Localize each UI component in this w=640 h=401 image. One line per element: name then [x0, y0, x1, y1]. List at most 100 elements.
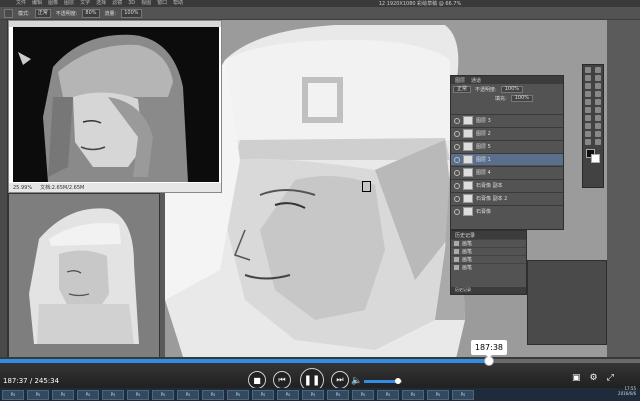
taskbar-app-button[interactable]: Ps [277, 389, 299, 400]
menu-3d[interactable]: 3D [128, 0, 135, 7]
dodge-tool-icon[interactable] [595, 115, 601, 121]
menu-image[interactable]: 图像 [48, 0, 58, 7]
study-sketch-window[interactable] [8, 193, 160, 360]
layer-row-selected[interactable]: 图层 1 [451, 153, 563, 165]
taskbar-app-button[interactable]: Ps [402, 389, 424, 400]
taskbar-app-button[interactable]: Ps [77, 389, 99, 400]
taskbar-app-button[interactable]: Ps [452, 389, 474, 400]
layer-row[interactable]: 图层 3 [451, 114, 563, 126]
taskbar-app-button[interactable]: Ps [202, 389, 224, 400]
menu-select[interactable]: 选择 [96, 0, 106, 7]
blend-mode-select[interactable]: 正常 [453, 86, 472, 93]
taskbar-app-button[interactable]: Ps [177, 389, 199, 400]
brush-tool-icon[interactable] [595, 91, 601, 97]
crop-tool-icon[interactable] [585, 83, 591, 89]
taskbar-app-button[interactable]: Ps [377, 389, 399, 400]
next-button[interactable]: ⏭ [331, 371, 349, 389]
eyedropper-tool-icon[interactable] [595, 83, 601, 89]
visibility-eye-icon[interactable] [454, 143, 460, 150]
layer-row[interactable]: 石膏像 副本 2 [451, 192, 563, 204]
left-tool-strip[interactable] [0, 20, 8, 360]
layer-row[interactable]: 石膏像 [451, 205, 563, 217]
visibility-eye-icon[interactable] [454, 208, 460, 215]
timecode: 187:37 / 245:34 [3, 377, 60, 385]
layer-row[interactable]: 石膏像 副本 [451, 179, 563, 191]
gradient-tool-icon[interactable] [595, 107, 601, 113]
layer-row[interactable]: 图层 4 [451, 166, 563, 178]
lasso-tool-icon[interactable] [585, 75, 591, 81]
history-label: 画笔 [462, 257, 473, 263]
tab-channels[interactable]: 通道 [471, 77, 481, 84]
history-row[interactable]: 画笔 [451, 247, 526, 255]
healing-tool-icon[interactable] [585, 91, 591, 97]
visibility-eye-icon[interactable] [454, 169, 460, 176]
layer-fill-label: 填充: [495, 96, 507, 102]
visibility-eye-icon[interactable] [454, 130, 460, 137]
taskbar-app-button[interactable]: Ps [52, 389, 74, 400]
tray-date: 2016/6/6 [618, 391, 636, 396]
total-time: 245:34 [34, 377, 60, 385]
taskbar-app-button[interactable]: Ps [152, 389, 174, 400]
layer-opacity-field[interactable]: 100% [500, 86, 523, 93]
brush-tool-preset-icon[interactable] [4, 8, 13, 18]
taskbar-app-button[interactable]: Ps [127, 389, 149, 400]
history-row[interactable]: 画笔 [451, 263, 526, 271]
layer-name: 图层 2 [476, 131, 491, 137]
quick-select-tool-icon[interactable] [595, 75, 601, 81]
previous-button[interactable]: ⏮ [273, 371, 291, 389]
visibility-eye-icon[interactable] [454, 156, 460, 163]
taskbar-app-button[interactable]: Ps [102, 389, 124, 400]
type-tool-icon[interactable] [595, 123, 601, 129]
flow-field[interactable]: 100% [121, 8, 142, 18]
taskbar-app-button[interactable]: Ps [302, 389, 324, 400]
opacity-field[interactable]: 80% [82, 8, 100, 18]
menu-view[interactable]: 视图 [141, 0, 151, 7]
settings-icon[interactable]: ⚙ [590, 373, 598, 383]
menu-edit[interactable]: 编辑 [32, 0, 42, 7]
eraser-tool-icon[interactable] [585, 107, 591, 113]
taskbar-app-button[interactable]: Ps [227, 389, 249, 400]
mode-select[interactable]: 正常 [34, 8, 51, 18]
color-swatches[interactable] [586, 149, 600, 163]
collapsed-panel-column[interactable] [527, 260, 607, 345]
menu-file[interactable]: 文件 [16, 0, 26, 7]
reference-image-window[interactable]: 25.99% 文档:2.65M/2.65M [8, 20, 222, 193]
history-row[interactable]: 画笔 [451, 239, 526, 247]
layer-fill-field[interactable]: 100% [510, 95, 533, 102]
menu-filter[interactable]: 滤镜 [112, 0, 122, 7]
pen-tool-icon[interactable] [585, 123, 591, 129]
menu-layer[interactable]: 图层 [64, 0, 74, 7]
hand-tool-icon[interactable] [585, 139, 591, 145]
visibility-eye-icon[interactable] [454, 117, 460, 124]
taskbar-app-button[interactable]: Ps [327, 389, 349, 400]
visibility-eye-icon[interactable] [454, 195, 460, 202]
menu-window[interactable]: 窗口 [157, 0, 167, 7]
layer-row[interactable]: 图层 2 [451, 127, 563, 139]
screenshot-icon[interactable]: ▣ [572, 373, 581, 383]
taskbar-app-button[interactable]: Ps [427, 389, 449, 400]
menu-help[interactable]: 帮助 [173, 0, 183, 7]
history-panel-header[interactable]: 历史记录 [451, 231, 526, 239]
path-select-tool-icon[interactable] [585, 131, 591, 137]
taskbar-app-button[interactable]: Ps [252, 389, 274, 400]
layer-row[interactable]: 图层 5 [451, 140, 563, 152]
background-color-swatch[interactable] [591, 154, 600, 163]
move-tool-icon[interactable] [585, 67, 591, 73]
shape-tool-icon[interactable] [595, 131, 601, 137]
stop-button[interactable]: ■ [248, 371, 266, 389]
taskbar-app-button[interactable]: Ps [352, 389, 374, 400]
fullscreen-icon[interactable]: ⤢ [607, 373, 614, 383]
history-row[interactable]: 画笔 [451, 255, 526, 263]
blur-tool-icon[interactable] [585, 115, 591, 121]
volume-icon[interactable]: 🔈 [351, 376, 362, 386]
zoom-tool-icon[interactable] [595, 139, 601, 145]
visibility-eye-icon[interactable] [454, 182, 460, 189]
taskbar-app-button[interactable]: Ps [2, 389, 24, 400]
history-brush-tool-icon[interactable] [595, 99, 601, 105]
clone-tool-icon[interactable] [585, 99, 591, 105]
tab-layers[interactable]: 图层 [455, 77, 465, 84]
menu-type[interactable]: 文字 [80, 0, 90, 7]
taskbar-app-button[interactable]: Ps [27, 389, 49, 400]
reference-zoom: 25.99% [13, 184, 33, 191]
marquee-tool-icon[interactable] [595, 67, 601, 73]
